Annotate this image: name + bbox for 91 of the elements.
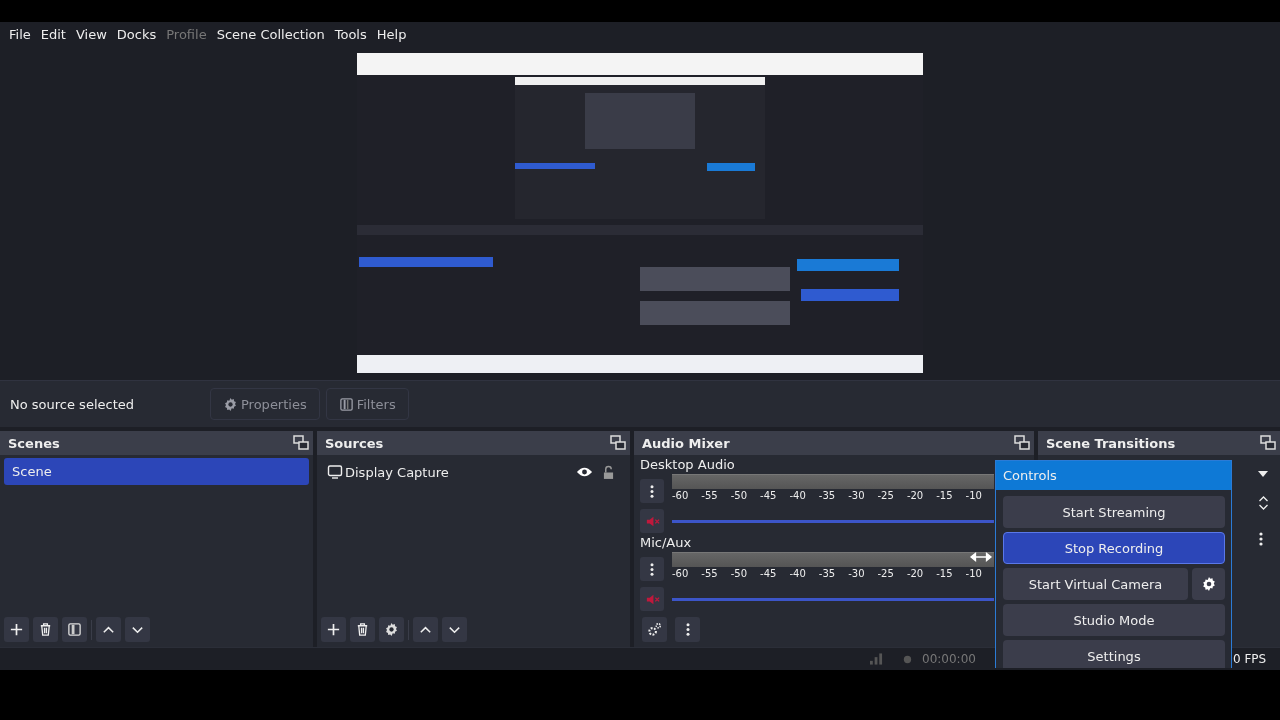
dock-title: Sources [325,435,384,451]
scale-label: -35 [818,568,836,579]
more-options-button[interactable] [640,557,664,581]
more-options-button[interactable] [640,479,664,503]
scale-label: -45 [760,568,777,579]
spin-arrows-icon[interactable] [1258,495,1269,511]
menu-item[interactable]: Help [375,26,416,42]
trash-icon [38,622,53,637]
filters-button[interactable]: Filters [325,388,409,420]
scale-label: -50 [730,490,748,501]
move-down-button[interactable] [125,617,150,642]
move-down-button[interactable] [442,617,467,642]
kebab-icon [685,622,690,637]
scale-label: -45 [760,490,777,501]
channel-name: Mic/Aux [640,535,693,550]
dock-title: Scenes [8,435,60,451]
scale-label: -55 [701,490,718,501]
volume-slider[interactable] [672,519,994,523]
scale-label: -60 [672,568,689,579]
trash-icon [355,622,370,637]
record-icon [902,654,913,665]
menu-item[interactable]: Tools [333,26,376,42]
scale-label: -30 [848,568,865,579]
monitor-icon [327,464,343,480]
scale-label: -25 [877,490,894,501]
scene-item[interactable]: Scene [4,458,309,485]
move-up-button[interactable] [96,617,121,642]
advanced-audio-button[interactable] [642,617,667,642]
undock-icon[interactable] [610,435,626,451]
menu-item[interactable]: Scene Collection [215,26,334,42]
scale-label: -40 [789,490,806,501]
gears-icon [647,622,662,637]
undock-icon[interactable] [1014,435,1030,451]
plus-icon [326,622,341,637]
scale-label: -25 [877,568,894,579]
undock-icon[interactable] [293,435,309,451]
menu-item[interactable]: File [8,26,40,42]
gear-icon [384,622,399,637]
scale-label: -30 [848,490,865,501]
settings-button[interactable] [379,617,404,642]
control-button[interactable]: Studio Mode [1003,604,1225,636]
scale-label: -20 [906,568,924,579]
scale-label: -50 [730,568,748,579]
more-options-icon[interactable] [1259,531,1263,547]
scale-label: -15 [936,568,953,579]
gear-icon [1200,576,1217,592]
dropdown-arrow-icon[interactable] [1258,471,1268,477]
scale-label: -10 [965,490,982,501]
undock-icon[interactable] [1260,435,1276,451]
fps-text: 0 FPS [1233,652,1267,666]
signal-icon [870,653,883,665]
settings-button[interactable] [1192,568,1225,600]
channel-name: Desktop Audio [640,457,736,472]
kebab-icon [650,561,654,577]
resize-cursor-icon [970,552,992,562]
add-button[interactable] [321,617,346,642]
scale-label: -40 [789,568,806,579]
properties-button[interactable]: Properties [210,388,320,420]
filter-icon [338,396,354,412]
scale-label: -55 [701,568,718,579]
filters-button[interactable] [62,617,87,642]
menu-item[interactable]: Edit [39,26,75,42]
control-button[interactable]: Start Virtual Camera [1003,568,1188,600]
recording-time: 00:00:00 [922,652,976,666]
unlocked-lock-icon[interactable] [603,464,614,480]
source-item[interactable]: Display Capture [345,464,576,480]
scale-label: -20 [906,490,924,501]
eye-icon[interactable] [576,466,593,478]
add-button[interactable] [4,617,29,642]
control-button[interactable]: Settings [1003,640,1225,668]
dock-title: Controls [996,461,1231,490]
plus-icon [9,622,24,637]
menu-item[interactable]: Docks [115,26,166,42]
control-button[interactable]: Start Streaming [1003,496,1225,528]
move-up-button[interactable] [413,617,438,642]
dock-title: Scene Transitions [1046,435,1176,451]
gear-icon [223,396,238,412]
kebab-icon [650,483,654,499]
scale-label: -35 [818,490,836,501]
more-options-button[interactable] [675,617,700,642]
volume-slider[interactable] [672,597,994,601]
scale-label: -15 [936,490,953,501]
delete-button[interactable] [350,617,375,642]
status-text: No source selected [10,396,135,412]
dock-title: Audio Mixer [642,435,730,451]
control-button[interactable]: Stop Recording [1003,532,1225,564]
menu-item[interactable]: View [74,26,116,42]
scale-label: -10 [965,568,982,579]
filter-icon [67,622,82,637]
delete-button[interactable] [33,617,58,642]
scale-label: -60 [672,490,689,501]
